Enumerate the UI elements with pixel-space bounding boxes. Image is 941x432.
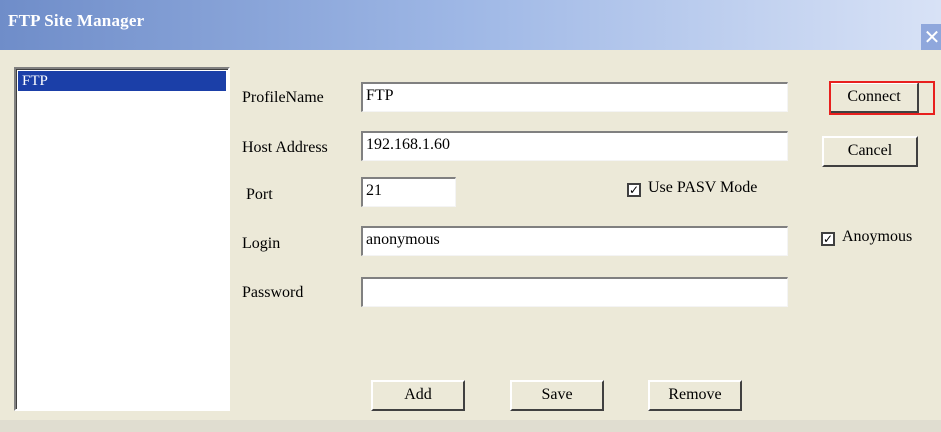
use-pasv-label: Use PASV Mode [648,179,758,196]
password-label: Password [242,284,304,301]
list-item[interactable]: FTP [18,71,226,91]
window-bottom-edge [0,420,941,432]
cancel-button[interactable]: Cancel [822,136,918,167]
host-address-label: Host Address [242,139,328,156]
remove-button[interactable]: Remove [648,380,742,411]
login-field[interactable]: anonymous [361,226,788,256]
connect-highlight-box [829,81,935,115]
anonymous-checkbox[interactable]: ✓ [821,232,835,246]
password-field[interactable] [361,277,788,307]
site-list[interactable]: FTP [14,67,230,411]
anonymous-label: Anoymous [842,228,913,245]
login-label: Login [242,235,281,252]
port-field[interactable]: 21 [361,177,456,207]
host-address-field[interactable]: 192.168.1.60 [361,131,788,161]
port-label: Port [246,186,273,203]
title-bar: FTP Site Manager ✕ [0,0,941,50]
profile-name-label: ProfileName [242,89,324,106]
add-button[interactable]: Add [371,380,465,411]
use-pasv-checkbox[interactable]: ✓ [627,183,641,197]
window-title: FTP Site Manager [8,11,145,30]
close-icon[interactable]: ✕ [921,24,941,50]
save-button[interactable]: Save [510,380,604,411]
ftp-site-manager-window: FTP Site Manager ✕ FTP ProfileName FTP H… [0,0,941,432]
profile-name-field[interactable]: FTP [361,82,788,112]
